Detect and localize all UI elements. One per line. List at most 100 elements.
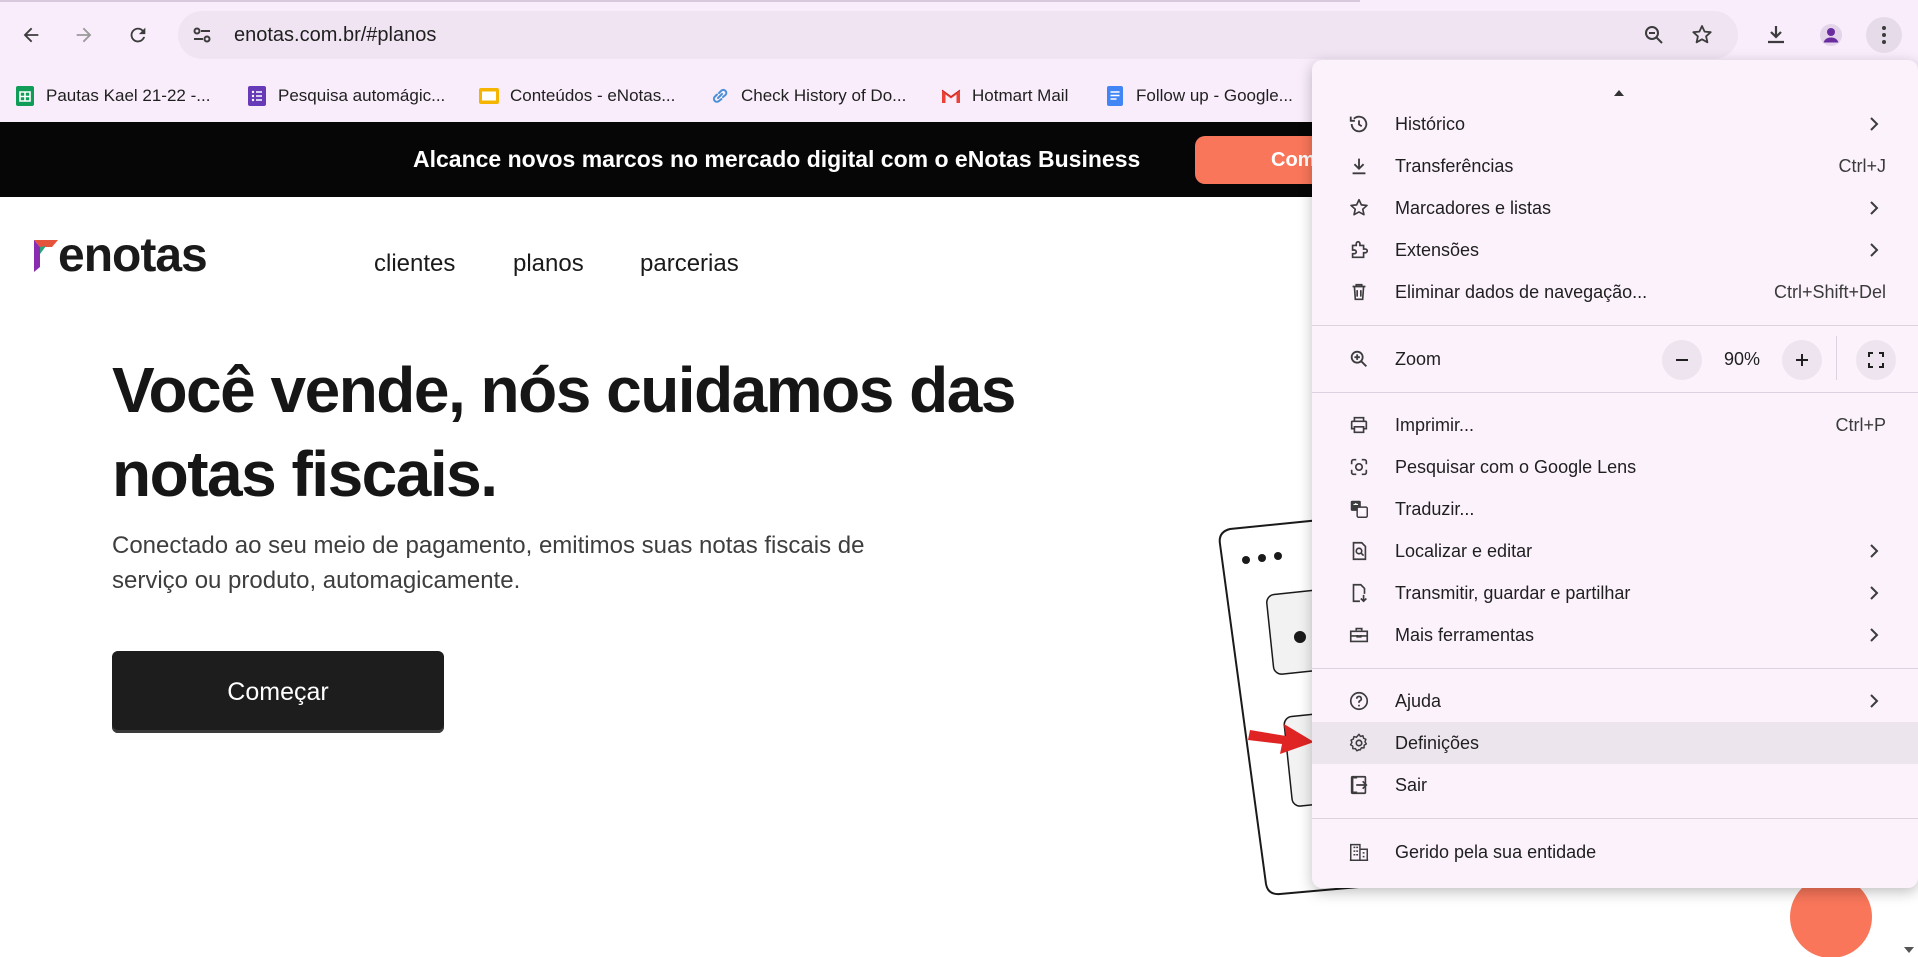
menu-item-translate[interactable]: Traduzir... bbox=[1312, 488, 1918, 530]
menu-item-bookmarks[interactable]: Marcadores e listas bbox=[1312, 187, 1918, 229]
menu-label: Pesquisar com o Google Lens bbox=[1395, 457, 1637, 477]
enotas-logo[interactable]: enotas bbox=[32, 229, 232, 292]
chrome-menu-button[interactable] bbox=[1866, 17, 1902, 53]
bookmark-item[interactable]: Check History of Do... bbox=[709, 84, 906, 108]
logo-text: enotas bbox=[58, 229, 208, 282]
zoom-in-button[interactable] bbox=[1782, 340, 1822, 380]
forward-button[interactable] bbox=[66, 17, 102, 53]
downloads-button[interactable] bbox=[1758, 17, 1794, 53]
menu-label: Ajuda bbox=[1395, 691, 1442, 711]
star-icon bbox=[1350, 198, 1368, 216]
zoom-out-icon[interactable] bbox=[1642, 23, 1666, 47]
bookmark-item[interactable]: Follow up - Google... bbox=[1104, 84, 1293, 108]
bookmark-label: Pesquisa automágic... bbox=[278, 86, 446, 105]
menu-label: Sair bbox=[1395, 775, 1428, 795]
menu-item-clear-data[interactable]: Eliminar dados de navegação... Ctrl+Shif… bbox=[1312, 271, 1918, 313]
site-info-icon[interactable] bbox=[190, 23, 214, 47]
hero-subtitle: Conectado ao seu meio de pagamento, emit… bbox=[112, 532, 865, 594]
chrome-menu: Histórico Transferências Ctrl+J Marcador… bbox=[1312, 60, 1918, 888]
bookmark-label: Conteúdos - eNotas... bbox=[510, 86, 676, 105]
nav-link-clientes[interactable]: clientes bbox=[374, 250, 455, 278]
menu-item-find-edit[interactable]: Localizar e editar bbox=[1312, 530, 1918, 572]
building-icon bbox=[1349, 843, 1369, 861]
translate-icon bbox=[1350, 500, 1368, 518]
menu-label: Localizar e editar bbox=[1395, 541, 1533, 561]
chevron-right-icon bbox=[1870, 201, 1879, 215]
download-icon bbox=[1352, 158, 1366, 175]
chat-button[interactable] bbox=[1790, 876, 1872, 957]
toolbox-icon bbox=[1349, 627, 1369, 643]
hero-title: Você vende, nós cuidamos das notas fisca… bbox=[112, 354, 1016, 510]
menu-label: Eliminar dados de navegação... bbox=[1395, 282, 1648, 302]
bookmark-item[interactable]: Conteúdos - eNotas... bbox=[478, 84, 675, 108]
forward-arrow-icon bbox=[76, 27, 92, 43]
menu-item-more-tools[interactable]: Mais ferramentas bbox=[1312, 614, 1918, 656]
menu-item-extensions[interactable]: Extensões bbox=[1312, 229, 1918, 271]
chevron-right-icon bbox=[1870, 586, 1879, 600]
menu-label: Transferências bbox=[1395, 156, 1514, 176]
bookmark-label: Check History of Do... bbox=[741, 86, 907, 105]
menu-label: Traduzir... bbox=[1395, 499, 1475, 519]
menu-item-settings[interactable]: Definições bbox=[1312, 722, 1918, 764]
menu-divider bbox=[1312, 668, 1918, 669]
red-arrow-icon bbox=[1248, 724, 1314, 754]
zoom-out-button[interactable] bbox=[1662, 340, 1702, 380]
fullscreen-icon bbox=[1868, 352, 1884, 368]
download-icon bbox=[1768, 26, 1784, 44]
page-scroll-down-icon[interactable] bbox=[1904, 947, 1914, 953]
bookmark-item[interactable]: Pesquisa automágic... bbox=[246, 84, 445, 108]
zoom-divider bbox=[1836, 336, 1837, 380]
menu-scroll-up-icon[interactable] bbox=[1614, 90, 1624, 96]
reload-icon bbox=[130, 27, 146, 43]
logo-mark-icon bbox=[34, 240, 58, 272]
zoom-icon bbox=[1350, 350, 1367, 367]
trash-icon bbox=[1352, 283, 1366, 301]
menu-label: Histórico bbox=[1395, 114, 1466, 134]
gmail-icon bbox=[940, 85, 962, 107]
lens-icon bbox=[1350, 458, 1368, 476]
menu-item-print[interactable]: Imprimir... Ctrl+P bbox=[1312, 404, 1918, 446]
menu-label: Mais ferramentas bbox=[1395, 625, 1535, 645]
menu-label: Extensões bbox=[1395, 240, 1480, 260]
menu-item-zoom: Zoom 90% bbox=[1312, 336, 1918, 384]
fullscreen-button[interactable] bbox=[1856, 340, 1896, 380]
settings-icon bbox=[1349, 733, 1368, 752]
menu-label: Marcadores e listas bbox=[1395, 198, 1552, 218]
menu-item-help[interactable]: Ajuda bbox=[1312, 680, 1918, 722]
start-button[interactable]: Começar bbox=[112, 651, 444, 733]
bookmark-item[interactable]: Hotmart Mail bbox=[940, 84, 1068, 108]
reload-button[interactable] bbox=[120, 17, 156, 53]
menu-item-cast-save-share[interactable]: Transmitir, guardar e partilhar bbox=[1312, 572, 1918, 614]
link-icon bbox=[709, 85, 731, 107]
kebab-menu-icon bbox=[1882, 26, 1886, 44]
tab-strip-line bbox=[0, 0, 1360, 2]
profile-button[interactable] bbox=[1813, 17, 1849, 53]
menu-divider bbox=[1312, 325, 1918, 326]
plus-icon bbox=[1796, 354, 1808, 366]
nav-link-parcerias[interactable]: parcerias bbox=[640, 250, 739, 278]
bookmark-star-icon[interactable] bbox=[1690, 23, 1714, 47]
menu-item-google-lens[interactable]: Pesquisar com o Google Lens bbox=[1312, 446, 1918, 488]
chevron-right-icon bbox=[1870, 694, 1879, 708]
menu-label: Gerido pela sua entidade bbox=[1395, 842, 1597, 862]
url-text[interactable]: enotas.com.br/#planos bbox=[234, 23, 436, 47]
zoom-label: Zoom bbox=[1395, 349, 1442, 369]
nav-link-planos[interactable]: planos bbox=[513, 250, 584, 278]
menu-label: Transmitir, guardar e partilhar bbox=[1395, 583, 1631, 603]
menu-label: Definições bbox=[1395, 733, 1480, 753]
address-bar[interactable]: enotas.com.br/#planos bbox=[178, 11, 1738, 59]
menu-divider bbox=[1312, 392, 1918, 393]
puzzle-icon bbox=[1351, 240, 1369, 259]
menu-item-exit[interactable]: Sair bbox=[1312, 764, 1918, 806]
menu-item-downloads[interactable]: Transferências Ctrl+J bbox=[1312, 145, 1918, 187]
menu-divider bbox=[1312, 818, 1918, 819]
find-icon bbox=[1352, 541, 1367, 561]
history-icon bbox=[1349, 115, 1368, 133]
docs-icon bbox=[1104, 85, 1126, 107]
bookmark-item[interactable]: Pautas Kael 21-22 -... bbox=[14, 84, 210, 108]
menu-item-history[interactable]: Histórico bbox=[1312, 103, 1918, 145]
menu-shortcut: Ctrl+Shift+Del bbox=[1773, 282, 1886, 302]
back-button[interactable] bbox=[13, 17, 49, 53]
sheets-icon bbox=[14, 85, 36, 107]
menu-item-managed[interactable]: Gerido pela sua entidade bbox=[1312, 831, 1918, 873]
